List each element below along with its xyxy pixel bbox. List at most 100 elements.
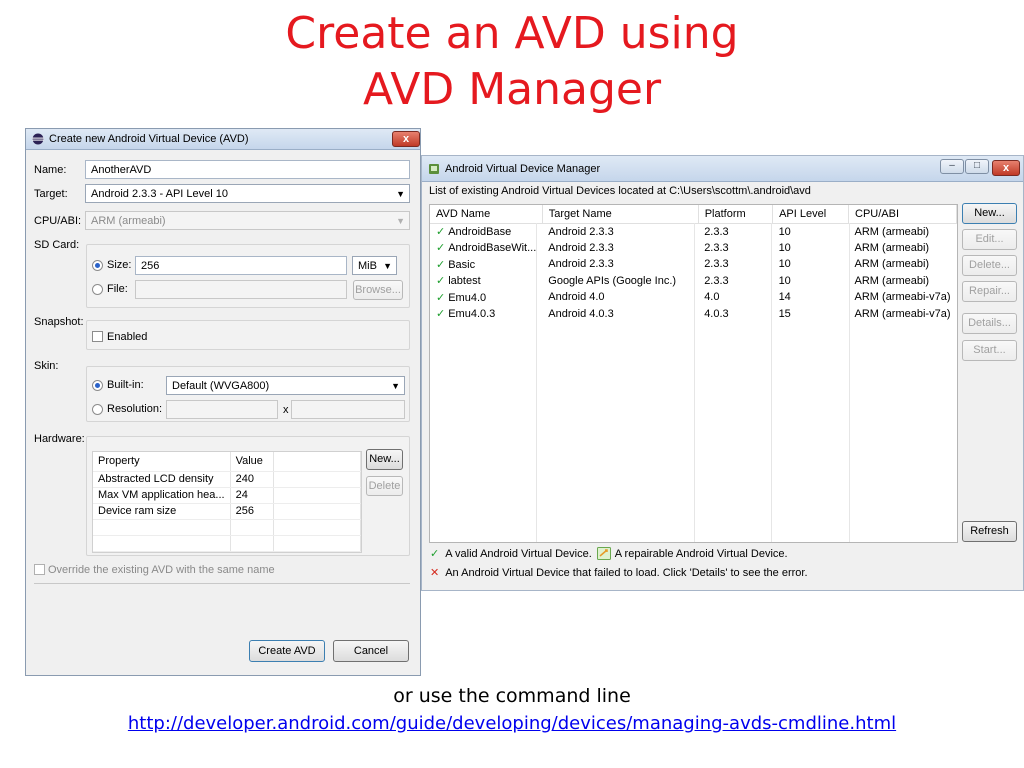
command-line-caption: or use the command line — [393, 685, 631, 707]
avd-edit-button: Edit... — [962, 229, 1017, 250]
col-platform[interactable]: Platform — [698, 205, 774, 224]
avd-manager-icon — [429, 163, 439, 174]
name-field[interactable]: AnotherAVD — [85, 160, 410, 179]
avd-new-button[interactable]: New... — [962, 203, 1017, 224]
file-radio[interactable] — [92, 284, 103, 295]
target-select-value: Android 2.3.3 - API Level 10 — [91, 188, 228, 200]
avd-refresh-button[interactable]: Refresh — [962, 521, 1017, 542]
valid-check-icon: ✓ — [436, 308, 446, 321]
close-icon: x — [1002, 162, 1010, 174]
file-label: File: — [107, 283, 128, 295]
command-line-link[interactable]: http://developer.android.com/guide/devel… — [128, 713, 896, 734]
table-row-empty — [93, 535, 362, 552]
hw-property: Max VM application hea... — [93, 487, 231, 504]
resolution-height-field — [291, 400, 405, 419]
browse-button: Browse... — [353, 280, 403, 300]
avd-repair-button: Repair... — [962, 281, 1017, 302]
avd-table-header: AVD Name Target Name Platform API Level … — [430, 205, 957, 224]
valid-check-icon: ✓ — [436, 226, 446, 238]
snapshot-enabled-checkbox[interactable] — [92, 331, 103, 342]
cpu-abi-cell: ARM (armeabi-v7a) — [854, 291, 951, 304]
api-level-cell: 15 — [778, 307, 791, 320]
hardware-table: Property Value Abstracted LCD density 24… — [92, 451, 362, 553]
table-row[interactable]: Max VM application hea... 24 — [93, 487, 362, 504]
create-avd-titlebar: Create new Android Virtual Device (AVD) — [26, 129, 420, 150]
avd-name-text: AndroidBaseWit... — [448, 242, 537, 255]
col-target-name[interactable]: Target Name — [542, 205, 699, 224]
size-unit-value: MiB — [358, 260, 377, 272]
cpu-abi-cell: ARM (armeabi-v7a) — [854, 307, 951, 320]
platform-cell: 2.3.3 — [704, 225, 729, 238]
hw-property: Abstracted LCD density — [93, 471, 231, 488]
avd-name-text: Basic — [448, 258, 476, 271]
close-icon: x — [402, 133, 410, 145]
valid-check-icon: ✓ — [430, 548, 440, 560]
api-level-cell: 10 — [778, 274, 791, 287]
hardware-table-header: Property Value — [93, 452, 362, 472]
api-level-cell: 10 — [778, 225, 791, 238]
maximize-icon: □ — [973, 160, 981, 171]
legend-row-failed: ✕ An Android Virtual Device that failed … — [430, 566, 808, 580]
avd-name-text: labtest — [448, 275, 481, 288]
platform-cell: 2.3.3 — [704, 274, 729, 287]
target-name-cell: Android 4.0 — [548, 291, 605, 304]
size-unit-select[interactable]: MiB ▼ — [352, 256, 397, 275]
avd-manager-title: Android Virtual Device Manager — [445, 162, 601, 175]
col-api-level[interactable]: API Level — [772, 205, 850, 224]
resolution-width-field — [166, 400, 278, 419]
builtin-label: Built-in: — [107, 379, 144, 391]
target-name-cell: Android 2.3.3 — [548, 225, 614, 238]
hardware-new-button[interactable]: New... — [366, 449, 403, 470]
override-label: Override the existing AVD with the same … — [48, 564, 275, 576]
repairable-icon — [596, 547, 611, 560]
platform-cell: 2.3.3 — [704, 241, 729, 254]
cpu-abi-cell: ARM (armeabi) — [854, 241, 930, 254]
override-checkbox[interactable] — [34, 564, 45, 575]
builtin-radio[interactable] — [92, 380, 103, 391]
resolution-label: Resolution: — [107, 403, 163, 415]
create-avd-close-button[interactable]: x — [392, 131, 420, 147]
file-field — [135, 280, 347, 299]
hw-value: 256 — [230, 503, 274, 520]
avd-name-text: AndroidBase — [448, 226, 512, 238]
table-row[interactable]: Abstracted LCD density 240 — [93, 471, 362, 488]
table-row[interactable]: Device ram size 256 — [93, 503, 362, 520]
col-cpu-abi[interactable]: CPU/ABI — [848, 205, 957, 224]
slide-title: Create an AVD using AVD Manager — [0, 6, 1024, 118]
avd-name-cell: ✓ Emu4.0 — [430, 289, 542, 306]
legend-repairable-text: A repairable Android Virtual Device. — [614, 547, 788, 560]
builtin-skin-select[interactable]: Default (WVGA800) ▼ — [166, 376, 405, 395]
chevron-down-icon: ▼ — [396, 189, 405, 199]
avd-details-button: Details... — [962, 313, 1017, 334]
create-avd-button[interactable]: Create AVD — [249, 640, 325, 662]
cancel-button[interactable]: Cancel — [333, 640, 409, 662]
avd-name-cell: ✓ labtest — [430, 273, 542, 290]
col-avd-name[interactable]: AVD Name — [430, 205, 543, 224]
hw-value: 240 — [230, 471, 274, 488]
size-field[interactable]: 256 — [135, 256, 347, 275]
valid-check-icon: ✓ — [436, 242, 446, 255]
api-level-cell: 10 — [778, 258, 791, 271]
maximize-button[interactable]: □ — [965, 159, 989, 174]
avd-manager-titlebar: Android Virtual Device Manager — [422, 156, 1023, 182]
create-avd-title: Create new Android Virtual Device (AVD) — [49, 133, 249, 145]
avd-delete-button: Delete... — [962, 255, 1017, 276]
avd-name-cell: ✓ Emu4.0.3 — [430, 306, 542, 323]
minimize-icon: – — [949, 160, 955, 171]
minimize-button[interactable]: – — [940, 159, 964, 174]
sd-card-label: SD Card: — [34, 239, 80, 251]
name-label: Name: — [34, 164, 67, 176]
cpu-abi-label: CPU/ABI: — [34, 215, 82, 227]
chevron-down-icon: ▼ — [383, 261, 392, 271]
legend-row-valid: ✓ A valid Android Virtual Device. A repa… — [430, 547, 788, 560]
size-radio[interactable] — [92, 260, 103, 271]
slide-title-line-2: AVD Manager — [362, 64, 662, 115]
target-name-cell: Google APIs (Google Inc.) — [548, 274, 677, 287]
command-line-link-wrap: http://developer.android.com/guide/devel… — [0, 713, 1024, 734]
hw-property: Device ram size — [93, 503, 231, 520]
avd-table: AVD Name Target Name Platform API Level … — [429, 204, 958, 543]
target-select[interactable]: Android 2.3.3 - API Level 10 ▼ — [85, 184, 410, 203]
dialog-separator — [34, 583, 410, 584]
avd-manager-close-button[interactable]: x — [992, 160, 1020, 176]
resolution-radio[interactable] — [92, 404, 103, 415]
